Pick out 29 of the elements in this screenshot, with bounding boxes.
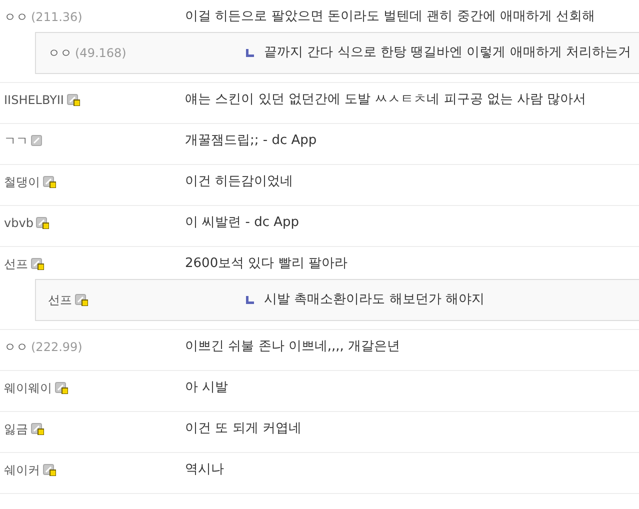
ip-address: (211.36) [31,9,82,26]
nickname: ㄱㄱ [4,133,28,150]
comment-text: 이걸 히든으로 팔았으면 돈이라도 벌텐데 괜히 중간에 애매하게 선회해 [185,8,596,26]
nickname: IISHELBYII [4,92,64,109]
ip-address: (222.99) [31,339,82,356]
nickname: vbvb [4,215,34,232]
comment-text: 역시나 [185,461,224,480]
nickname: 웨이웨이 [4,380,52,397]
reply-text: 시발 촉매소환이라도 해보던가 해야지 [264,291,484,310]
comment-text: 이쁘긴 쉬불 존나 이쁘네,,,, 개갈은년 [185,338,400,356]
nickname: 선프 [48,292,72,309]
reply-icon [246,49,254,57]
nickname: 쉐이커 [4,462,40,479]
nickname: ㅇㅇ [4,9,28,26]
reply-icon [246,296,254,304]
nickname: 선프 [4,256,28,273]
ip-address: (49.168) [75,45,126,62]
nickname: 철댕이 [4,174,40,191]
comment-text: 아 시발 [185,379,228,398]
reply-text: 끝까지 간다 식으로 한탕 땡길바엔 이렇게 애매하게 처리하는거 [264,44,631,62]
nickname: 잃금 [4,421,28,438]
comment-text: 이 씨발련 - dc App [185,214,300,232]
comment-text: 개꿀잼드립;; - dc App [185,132,317,150]
comment-text: 이건 또 되게 커엽네 [185,420,302,438]
nickname: ㅇㅇ [4,339,28,356]
comment-text: 이건 히든감이었네 [185,173,294,192]
comment-text: 얘는 스킨이 있던 없던간에 도발 ㅆㅅㅌㅊ네 피구공 없는 사람 많아서 [185,91,586,110]
nickname: ㅇㅇ [48,45,72,62]
comment-text: 2600보석 있다 빨리 팔아라 [185,255,348,274]
